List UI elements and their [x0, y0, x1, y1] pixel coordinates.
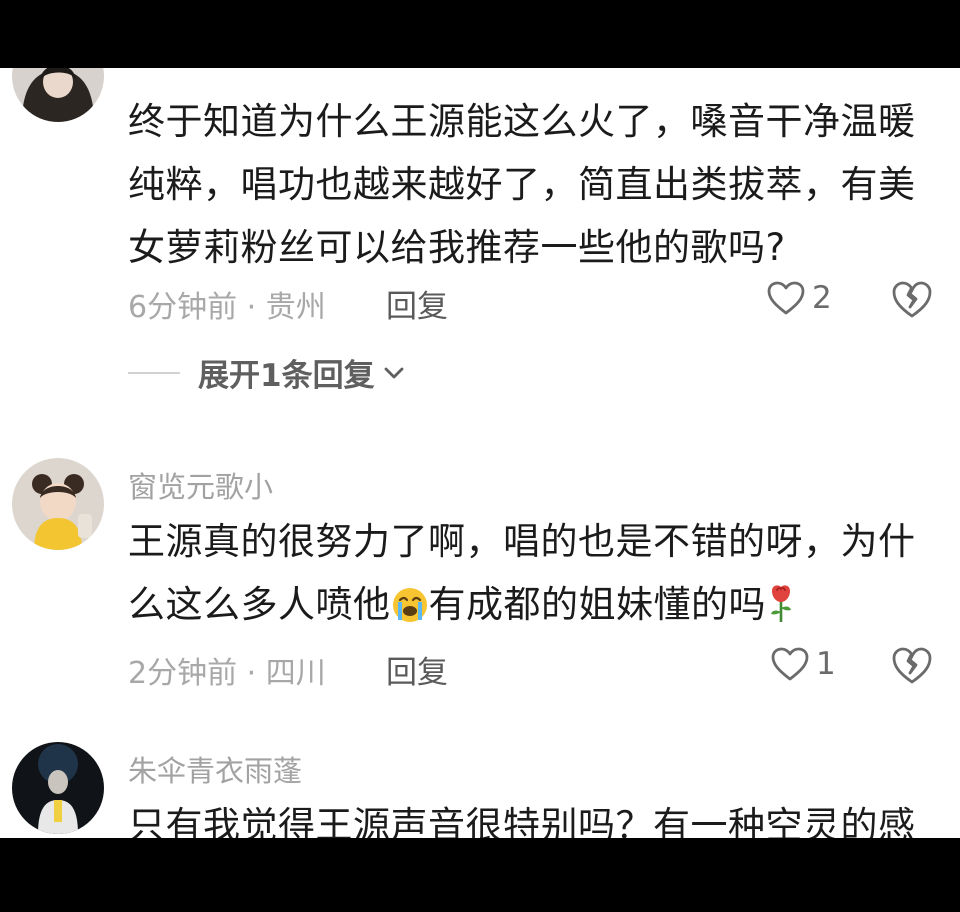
comment-text: 只有我觉得王源声音很特别吗？有一种空灵的感	[128, 804, 916, 838]
comment-text-part: 有成都的姐妹懂的吗	[428, 583, 766, 626]
avatar-comment-2[interactable]	[12, 458, 104, 550]
like-count: 2	[812, 280, 832, 316]
letterbox-bottom	[0, 838, 960, 912]
letterbox-top	[0, 0, 960, 68]
chevron-down-icon	[384, 367, 403, 378]
reply-button[interactable]: 回复	[386, 647, 448, 692]
dislike-button[interactable]	[890, 280, 934, 320]
comment-text: 终于知道为什么王源能这么火了，嗓音干净温暖纯粹，唱功也越来越好了，简直出类拔萃，…	[128, 100, 916, 269]
avatar-comment-1[interactable]	[12, 68, 104, 122]
heart-outline-icon	[771, 647, 809, 681]
broken-heart-icon	[892, 647, 932, 684]
comment-username[interactable]: 窗览元歌小	[128, 464, 273, 506]
dislike-button[interactable]	[890, 646, 934, 686]
broken-heart-icon	[892, 281, 932, 318]
comment-username[interactable]: 朱伞青衣雨蓬	[128, 748, 302, 790]
heart-outline-icon	[767, 281, 805, 315]
like-button[interactable]: 2	[766, 280, 832, 316]
comment-text: 王源真的很努力了啊，唱的也是不错的呀，为什么这么多人喷他 有成都的姐妹懂的吗	[128, 510, 928, 643]
crying-face-emoji	[391, 580, 429, 643]
expand-replies-label: 展开1条回复	[198, 358, 375, 394]
comment-list[interactable]: 终于知道为什么王源能这么火了，嗓音干净温暖纯粹，唱功也越来越好了，简直出类拔萃，…	[0, 68, 960, 838]
like-button[interactable]: 1	[770, 646, 836, 682]
like-count: 1	[816, 646, 836, 682]
comment-time-location: 2分钟前 · 四川	[128, 656, 326, 691]
divider-line	[128, 371, 180, 374]
avatar-comment-3[interactable]	[12, 742, 104, 834]
reply-button[interactable]: 回复	[386, 281, 448, 326]
expand-replies-button[interactable]: 展开1条回复	[128, 350, 405, 395]
comment-time-location: 6分钟前 · 贵州	[128, 290, 326, 325]
rose-emoji	[766, 580, 796, 643]
